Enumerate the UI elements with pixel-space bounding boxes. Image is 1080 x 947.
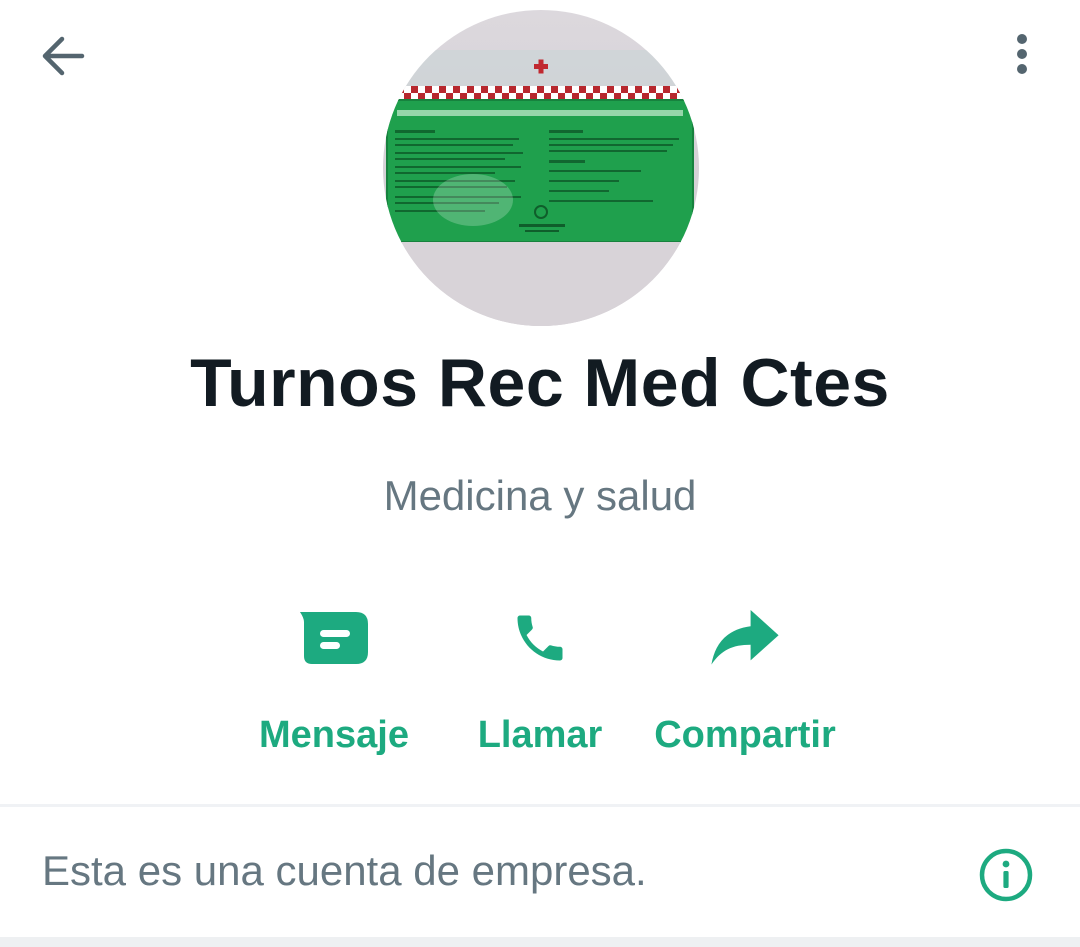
call-label: Llamar [477,714,603,756]
more-options-button[interactable] [990,22,1054,86]
share-icon [711,610,779,665]
message-label: Mensaje [259,714,409,756]
bottom-separator [0,937,1080,947]
share-label: Compartir [654,714,836,756]
phone-icon [517,615,563,661]
business-account-text: Esta es una cuenta de empresa. [42,847,647,894]
business-category: Medicina y salud [383,472,697,519]
info-icon[interactable] [976,845,1036,905]
message-button[interactable]: Mensaje [254,596,414,776]
arrow-left-icon [42,36,85,76]
business-account-row[interactable]: Esta es una cuenta de empresa. [0,807,1080,937]
profile-photo[interactable] [383,10,699,326]
more-vertical-icon [1017,34,1027,74]
back-button[interactable] [30,24,94,88]
profile-photo-image [383,10,699,326]
share-button[interactable]: Compartir [650,596,840,776]
contact-info-screen: Turnos Rec Med Ctes Medicina y salud Men… [0,0,1080,947]
contact-name: Turnos Rec Med Ctes [190,345,890,421]
call-button[interactable]: Llamar [470,596,610,776]
message-icon [300,612,368,664]
